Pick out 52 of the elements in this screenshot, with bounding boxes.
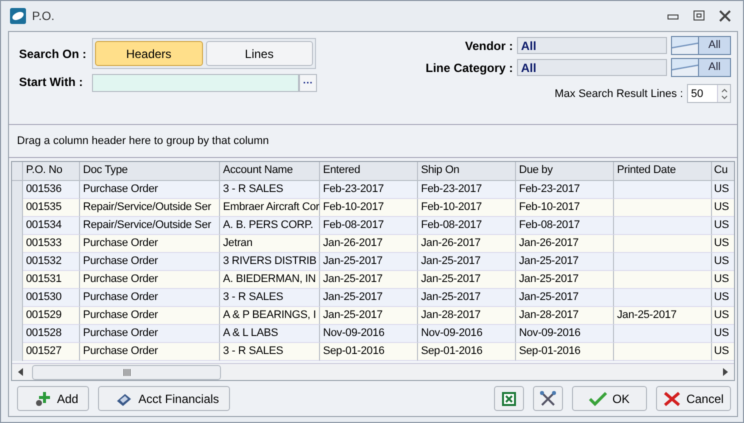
column-header[interactable]: Ship On	[418, 162, 516, 180]
column-header[interactable]: Cu	[712, 162, 734, 180]
scroll-left-icon[interactable]	[18, 368, 24, 376]
window-title: P.O.	[32, 9, 54, 23]
table-cell: 3 - R SALES	[220, 343, 320, 361]
browse-button[interactable]: ···	[299, 74, 317, 92]
checkmark-icon	[589, 390, 608, 406]
column-header[interactable]: Account Name	[220, 162, 320, 180]
scroll-thumb[interactable]	[32, 365, 221, 380]
segment-button[interactable]: Headers	[95, 41, 202, 66]
group-hint: Drag a column header here to group by that column	[17, 135, 269, 147]
cancel-button[interactable]: Cancel	[656, 386, 731, 411]
cross-icon	[663, 390, 682, 406]
table-cell: 001527	[23, 343, 80, 361]
search-on-label: Search On :	[19, 46, 88, 60]
column-header[interactable]: Doc Type	[80, 162, 220, 180]
start-with-label: Start With :	[19, 74, 84, 88]
column-header[interactable]: Due by	[516, 162, 614, 180]
row-header[interactable]	[12, 181, 23, 199]
add-button[interactable]: Add	[17, 386, 90, 411]
all-toggle-button[interactable]: All	[671, 36, 731, 55]
app-icon	[10, 8, 26, 24]
table-cell: Purchase Order	[80, 343, 220, 361]
table-cell: Sep-01-2016	[320, 343, 418, 361]
row-header[interactable]	[12, 343, 23, 361]
tools-button[interactable]	[533, 386, 563, 411]
start-with-field[interactable]	[92, 74, 299, 92]
excel-button[interactable]	[494, 386, 524, 411]
table-cell: Sep-01-2016	[516, 343, 614, 361]
close-icon[interactable]	[719, 10, 731, 22]
filter-field[interactable]: All	[517, 59, 667, 76]
maximize-icon[interactable]	[693, 10, 705, 22]
table-cell: Sep-01-2016	[418, 343, 516, 361]
column-header[interactable]: P.O. No	[23, 162, 80, 180]
tools-icon	[539, 390, 557, 408]
column-header[interactable]: Printed Date	[614, 162, 712, 180]
segment-button[interactable]: Lines	[206, 41, 313, 66]
max-lines-label: Max Search Result Lines :	[554, 88, 683, 100]
ok-button[interactable]: OK	[572, 386, 647, 411]
table-cell: US	[712, 343, 734, 361]
column-header[interactable]: Entered	[320, 162, 418, 180]
filter-field[interactable]: All	[517, 37, 667, 54]
scroll-right-icon[interactable]	[722, 368, 728, 376]
horizontal-scrollbar[interactable]	[12, 363, 734, 380]
filter-label: Vendor :	[464, 38, 513, 52]
spreadsheet-icon	[501, 390, 517, 406]
financials-button[interactable]: Acct Financials	[98, 386, 230, 411]
filter-label: Line Category :	[426, 60, 513, 74]
plus-icon	[34, 390, 52, 406]
grip-icon	[122, 369, 130, 376]
all-toggle-button[interactable]: All	[671, 58, 731, 77]
max-lines-spinner[interactable]: 50	[687, 84, 731, 103]
